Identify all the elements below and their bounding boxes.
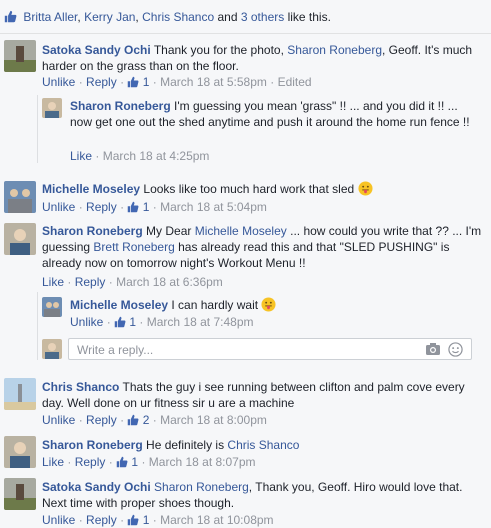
others-liked-link[interactable]: 3 others <box>241 10 284 24</box>
comment-author[interactable]: Michelle Moseley <box>70 298 168 312</box>
thumbs-up-icon <box>128 414 139 426</box>
liker-link-kerry[interactable]: Kerry Jan <box>84 10 135 24</box>
like-button[interactable]: Like <box>42 455 64 469</box>
unlike-button[interactable]: Unlike <box>42 413 75 427</box>
avatar[interactable] <box>4 378 36 410</box>
like-count[interactable]: 1 <box>127 75 149 89</box>
reply-button[interactable]: Reply <box>86 413 117 427</box>
like-count[interactable]: 1 <box>127 513 149 527</box>
avatar[interactable] <box>42 297 62 317</box>
reply-input-box[interactable] <box>68 338 472 360</box>
reply-button[interactable]: Reply <box>75 455 106 469</box>
thumbs-up-icon <box>128 201 139 213</box>
comment-timestamp[interactable]: March 18 at 8:07pm <box>149 455 256 469</box>
mention-link[interactable]: Sharon Roneberg <box>287 43 382 57</box>
unlike-button[interactable]: Unlike <box>42 513 75 527</box>
avatar[interactable] <box>4 223 36 255</box>
comment-timestamp[interactable]: March 18 at 7:48pm <box>147 315 254 329</box>
comment-timestamp[interactable]: March 18 at 6:36pm <box>116 275 223 289</box>
liker-link-chris[interactable]: Chris Shanco <box>142 10 214 24</box>
liker-link-britta[interactable]: Britta Aller <box>23 10 77 24</box>
unlike-button[interactable]: Unlike <box>42 200 75 214</box>
thumbs-up-icon <box>4 10 17 26</box>
thumbs-up-icon <box>128 514 139 526</box>
comment-timestamp[interactable]: March 18 at 4:25pm <box>103 149 210 163</box>
comment-author[interactable]: Satoka Sandy Ochi <box>42 43 151 57</box>
comment-timestamp[interactable]: March 18 at 5:58pm <box>160 75 267 89</box>
comment-timestamp[interactable]: March 18 at 5:04pm <box>160 200 267 214</box>
mention-link[interactable]: Chris Shanco <box>227 438 299 452</box>
thumbs-up-icon <box>116 456 128 468</box>
like-count[interactable]: 2 <box>127 413 149 427</box>
avatar[interactable] <box>4 181 36 213</box>
avatar[interactable] <box>4 436 36 468</box>
like-button[interactable]: Like <box>42 275 64 289</box>
avatar[interactable] <box>42 98 62 118</box>
camera-icon[interactable] <box>425 342 441 359</box>
unlike-button[interactable]: Unlike <box>42 75 75 89</box>
like-count[interactable]: 1 <box>127 200 149 214</box>
mention-link[interactable]: Sharon Roneberg <box>154 480 249 494</box>
like-count[interactable]: 1 <box>114 315 136 329</box>
unlike-button[interactable]: Unlike <box>70 315 103 329</box>
thumbs-up-icon <box>114 316 126 328</box>
comment-author[interactable]: Sharon Roneberg <box>42 438 143 452</box>
avatar[interactable] <box>4 478 36 510</box>
tongue-out-emoji <box>357 181 373 196</box>
comment-author[interactable]: Chris Shanco <box>42 380 119 394</box>
like-button[interactable]: Like <box>70 149 92 163</box>
comment-author[interactable]: Sharon Roneberg <box>42 224 143 238</box>
avatar[interactable] <box>4 40 36 72</box>
edited-label[interactable]: Edited <box>278 75 312 89</box>
mention-link[interactable]: Michelle Moseley <box>195 224 287 238</box>
comment-author[interactable]: Satoka Sandy Ochi <box>42 480 151 494</box>
tongue-out-emoji <box>261 297 276 312</box>
likes-summary: Britta Aller, Kerry Jan, Chris Shanco an… <box>0 0 491 34</box>
smiley-icon[interactable] <box>448 342 463 360</box>
reply-thread-line <box>37 95 38 163</box>
reply-thread-line <box>37 292 38 360</box>
comment-timestamp[interactable]: March 18 at 8:00pm <box>160 413 267 427</box>
like-count[interactable]: 1 <box>116 455 138 469</box>
reply-button[interactable]: Reply <box>86 75 117 89</box>
reply-button[interactable]: Reply <box>86 200 117 214</box>
comment-author[interactable]: Michelle Moseley <box>42 182 140 196</box>
thumbs-up-icon <box>128 76 139 88</box>
current-user-avatar <box>42 339 62 359</box>
reply-input[interactable] <box>75 340 399 360</box>
mention-link[interactable]: Brett Roneberg <box>93 240 174 254</box>
reply-button[interactable]: Reply <box>86 513 117 527</box>
reply-button[interactable]: Reply <box>75 275 106 289</box>
comment-author[interactable]: Sharon Roneberg <box>70 99 171 113</box>
comment-timestamp[interactable]: March 18 at 10:08pm <box>160 513 273 527</box>
